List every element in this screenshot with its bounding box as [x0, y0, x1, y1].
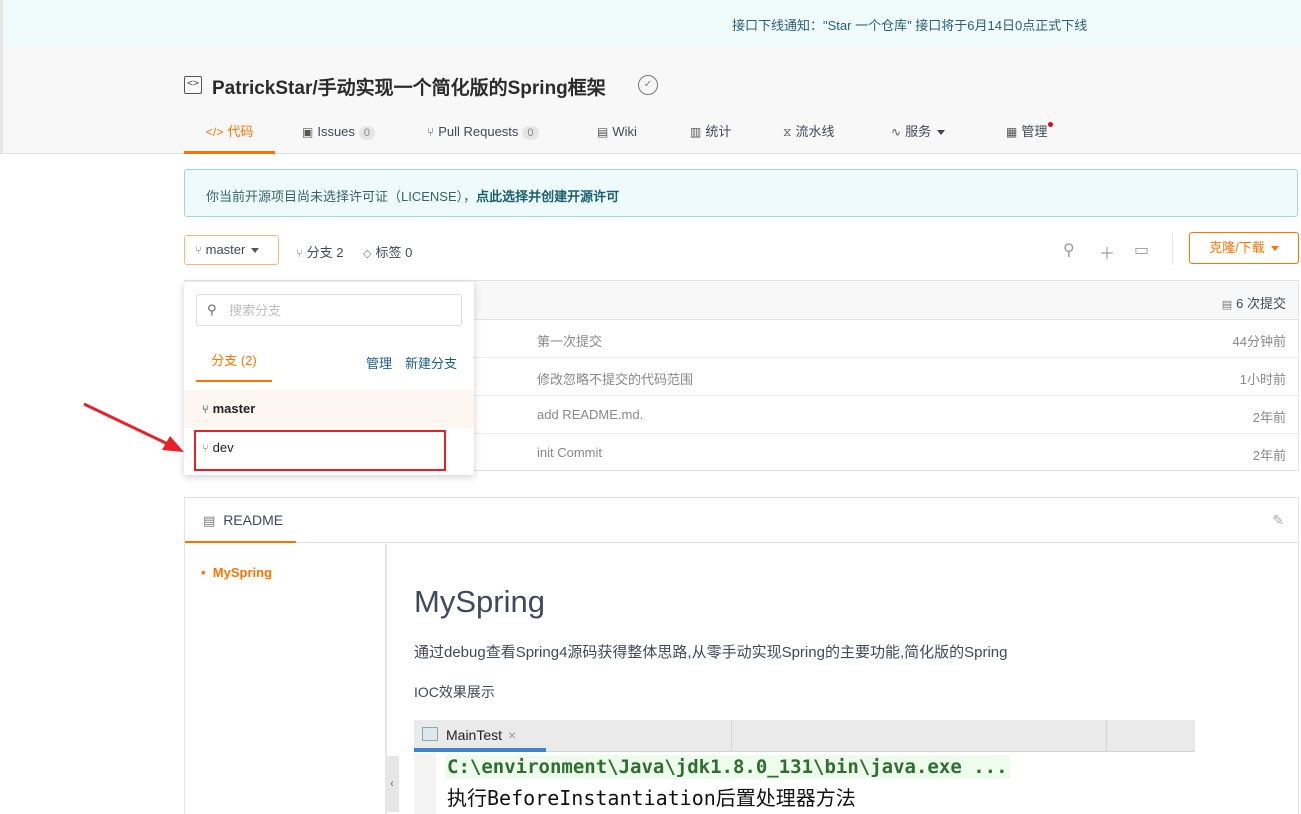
commit-message[interactable]: init Commit: [537, 445, 602, 460]
current-branch-label: master: [205, 242, 246, 257]
annotation-arrow-icon: [83, 402, 184, 452]
service-icon: ∿: [891, 125, 902, 139]
commit-time: 2年前: [1252, 410, 1286, 425]
tab-readme[interactable]: ▤ README: [185, 498, 296, 543]
new-branch-link[interactable]: 新建分支: [405, 353, 457, 372]
search-icon[interactable]: ⚲: [1063, 240, 1075, 260]
branches-link[interactable]: ⑂ 分支 2: [296, 242, 343, 261]
tab-label: 流水线: [795, 124, 835, 139]
tab-service[interactable]: ∿ 服务: [891, 114, 946, 154]
web-ide-icon[interactable]: ▭: [1134, 240, 1149, 260]
branch-search-box: ⚲: [196, 294, 462, 326]
readme-paragraph: 通过debug查看Spring4源码获得整体思路,从零手动实现Spring的主要…: [414, 644, 1008, 661]
toc-item[interactable]: • MySpring: [201, 565, 272, 580]
tab-pipeline[interactable]: ⧖ 流水线: [783, 114, 834, 154]
console-line: 执行BeforeInstantiation后置处理器方法: [447, 786, 856, 810]
manage-icon: ▦: [1006, 125, 1018, 139]
toolbar-divider: [1172, 233, 1173, 265]
add-file-icon[interactable]: ＋: [1099, 240, 1115, 264]
tag-icon: ◇: [363, 248, 372, 260]
toc-item-label: MySpring: [212, 565, 273, 580]
chevron-down-icon: [937, 130, 946, 136]
tab-label: Pull Requests: [438, 124, 519, 139]
ide-tab-maintest: MainTest ×: [414, 720, 546, 752]
console-icon: [422, 727, 438, 741]
commit-time: 44分钟前: [1232, 334, 1286, 349]
ide-divider: [1106, 720, 1107, 752]
tags-link[interactable]: ◇ 标签 0: [363, 242, 412, 261]
commits-count-label: 6 次提交: [1236, 296, 1286, 311]
repo-title[interactable]: PatrickStar/手动实现一个简化版的Spring框架: [212, 73, 606, 100]
code-icon: </>: [206, 125, 224, 139]
tab-manage[interactable]: ▦ 管理: [1006, 114, 1054, 154]
pr-count-badge: 0: [522, 126, 539, 140]
manage-branches-link[interactable]: 管理: [366, 353, 392, 372]
tab-issues[interactable]: ▣ Issues 0: [302, 114, 376, 154]
readme-paragraph: IOC效果展示: [414, 684, 495, 700]
tab-wiki[interactable]: ▤ Wiki: [597, 114, 637, 154]
pipeline-icon: ⧖: [783, 125, 792, 139]
search-icon: ⚲: [207, 302, 217, 317]
readme-icon: ▤: [203, 513, 216, 528]
tab-stats[interactable]: ▥ 统计: [690, 114, 731, 154]
notice-text[interactable]: 接口下线通知："Star 一个仓库" 接口将于6月14日0点正式下线: [732, 15, 1087, 34]
license-notice: 你当前开源项目尚未选择许可证（LICENSE），点此选择并创建开源许可: [184, 169, 1298, 217]
tab-label: 管理: [1021, 124, 1048, 139]
ide-divider: [731, 720, 732, 752]
chevron-down-icon: [1270, 246, 1279, 252]
commit-message[interactable]: 修改忽略不提交的代码范围: [537, 369, 693, 388]
commit-time: 1小时前: [1239, 372, 1286, 387]
commits-icon: ▤: [1221, 299, 1233, 311]
commits-count-link[interactable]: ▤ 6 次提交: [1222, 293, 1286, 312]
pull-request-icon: ⑂: [427, 125, 435, 139]
ide-screenshot: MainTest × C:\environment\Java\jdk1.8.0_1…: [414, 720, 1195, 814]
tab-label: Issues: [317, 124, 355, 139]
branch-icon: ⑂: [202, 404, 209, 416]
wiki-icon: ▤: [597, 125, 609, 139]
notice-bar: 接口下线通知："Star 一个仓库" 接口将于6月14日0点正式下线: [0, 0, 1301, 47]
recommend-badge-icon[interactable]: ✓: [638, 75, 658, 95]
branch-item-master[interactable]: ⑂ master: [184, 390, 474, 428]
close-icon: ×: [508, 727, 517, 743]
tab-label: 代码: [227, 124, 254, 139]
collapse-toc-handle[interactable]: ‹: [385, 756, 399, 812]
clone-download-button[interactable]: 克隆/下载: [1189, 232, 1299, 264]
clone-label: 克隆/下载: [1209, 240, 1265, 255]
ide-tab-label: MainTest: [446, 727, 503, 743]
issues-count-badge: 0: [358, 126, 376, 140]
branch-icon: ⑂: [296, 248, 303, 260]
branch-icon: ⑂: [195, 245, 202, 257]
tab-pull-requests[interactable]: ⑂ Pull Requests 0: [427, 114, 539, 154]
tab-label: 统计: [705, 124, 732, 139]
stats-icon: ▥: [690, 125, 702, 139]
ide-gutter: [414, 753, 436, 814]
tab-code[interactable]: </> 代码: [184, 114, 276, 154]
branch-name: master: [212, 401, 256, 416]
commit-time: 2年前: [1252, 448, 1286, 463]
branches-count: 分支 2: [306, 245, 344, 260]
tab-label: Wiki: [612, 124, 637, 139]
readme-toc: • MySpring: [185, 544, 387, 814]
branch-selector-button[interactable]: ⑂ master: [184, 235, 279, 265]
tab-branches[interactable]: 分支 (2): [196, 342, 272, 382]
readme-header: ▤ README ✎: [185, 498, 1298, 543]
license-message: 你当前开源项目尚未选择许可证（LICENSE），: [206, 189, 477, 204]
issues-icon: ▣: [302, 125, 314, 139]
edit-icon[interactable]: ✎: [1272, 512, 1284, 529]
chevron-down-icon: [251, 248, 260, 254]
console-line: C:\environment\Java\jdk1.8.0_131\bin\jav…: [445, 755, 1010, 779]
annotation-highlight-box: [194, 430, 446, 471]
tags-count: 标签 0: [375, 245, 413, 260]
license-text: 你当前开源项目尚未选择许可证（LICENSE），点此选择并创建开源许可: [206, 186, 619, 205]
readme-panel: ▤ README ✎ • MySpring ‹ MySpring 通过debug…: [184, 497, 1299, 814]
commit-message[interactable]: add README.md.: [537, 407, 643, 422]
readme-heading: MySpring: [414, 584, 545, 619]
choose-license-link[interactable]: 点此选择并创建开源许可: [476, 189, 619, 204]
branch-search-input[interactable]: [229, 301, 449, 319]
readme-tab-label: README: [223, 512, 284, 528]
repo-icon: <>: [184, 76, 202, 94]
tab-label: 服务: [905, 124, 932, 139]
commit-message[interactable]: 第一次提交: [537, 331, 602, 350]
